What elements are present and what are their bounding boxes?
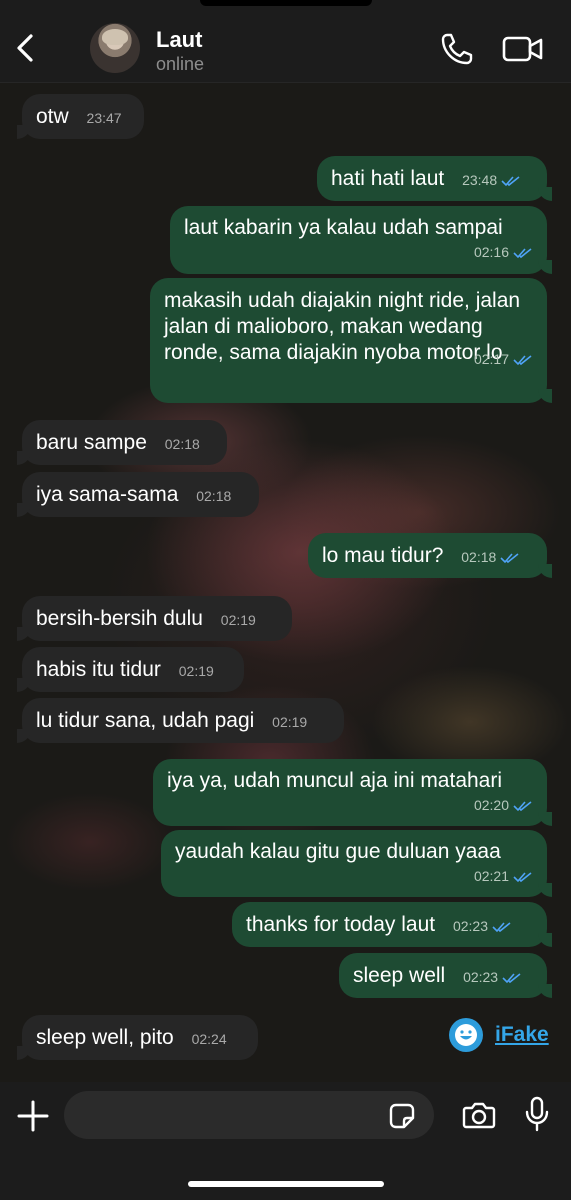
message-time: 02:16 <box>473 244 509 260</box>
message-text: lu tidur sana, udah pagi <box>36 709 255 732</box>
message-time: 23:47 <box>86 110 122 126</box>
outgoing-message[interactable]: lo mau tidur? 02:18 <box>308 533 552 578</box>
message-meta: 02:16 <box>184 243 533 261</box>
outgoing-message[interactable]: iya ya, udah muncul aja ini matahari 02:… <box>153 759 552 826</box>
camera-button[interactable] <box>462 1099 496 1131</box>
attach-button[interactable] <box>16 1098 50 1134</box>
message-time: 02:24 <box>191 1031 227 1047</box>
incoming-message[interactable]: baru sampe 02:18 <box>17 420 227 465</box>
message-time: 02:23 <box>463 969 499 985</box>
message-list[interactable]: otw 23:47 hati hati laut 23:48 laut kaba… <box>0 82 571 1082</box>
message-time: 23:48 <box>462 172 498 188</box>
message-text: iya sama-sama <box>36 483 179 506</box>
message-text: otw <box>36 105 69 128</box>
message-text: sleep well, pito <box>36 1026 174 1049</box>
voice-call-button[interactable] <box>440 32 474 66</box>
message-text: makasih udah diajakin night ride, jalan … <box>164 289 521 364</box>
message-time: 02:19 <box>178 663 214 679</box>
read-ticks-icon <box>492 922 511 933</box>
outgoing-message[interactable]: laut kabarin ya kalau udah sampai 02:16 <box>170 206 552 274</box>
incoming-message[interactable]: iya sama-sama 02:18 <box>17 472 259 517</box>
message-text: iya ya, udah muncul aja ini matahari <box>167 769 503 792</box>
contact-status: online <box>156 54 205 74</box>
message-time: 02:18 <box>461 549 497 565</box>
read-ticks-icon <box>513 355 532 366</box>
status-notch <box>200 0 372 6</box>
message-text: yaudah kalau gitu gue duluan yaaa <box>175 840 501 863</box>
microphone-icon <box>525 1096 549 1132</box>
chat-header: Laut online <box>0 0 571 83</box>
video-call-button[interactable] <box>502 34 544 64</box>
avatar[interactable] <box>90 23 140 73</box>
message-text: sleep well <box>353 964 446 987</box>
message-text: bersih-bersih dulu <box>36 607 203 630</box>
incoming-message[interactable]: sleep well, pito 02:24 <box>17 1015 258 1060</box>
message-meta: 02:23 <box>453 913 512 939</box>
message-text: thanks for today laut <box>246 913 436 936</box>
message-time: 02:17 <box>473 351 509 367</box>
incoming-message[interactable]: habis itu tidur 02:19 <box>17 647 244 692</box>
message-time: 02:21 <box>473 868 509 884</box>
plus-icon <box>17 1100 49 1132</box>
watermark-text: iFake <box>495 1023 549 1046</box>
message-text: hati hati laut <box>331 167 445 190</box>
sticker-icon <box>389 1103 415 1129</box>
watermark: iFake <box>449 1018 549 1052</box>
message-time: 02:19 <box>220 612 256 628</box>
contact-name[interactable]: Laut <box>156 27 202 53</box>
outgoing-message[interactable]: thanks for today laut 02:23 <box>232 902 552 947</box>
outgoing-message[interactable]: hati hati laut 23:48 <box>317 156 552 201</box>
read-ticks-icon <box>501 176 520 187</box>
read-ticks-icon <box>513 801 532 812</box>
read-ticks-icon <box>502 973 521 984</box>
message-time: 02:19 <box>272 714 308 730</box>
message-time: 02:18 <box>164 436 200 452</box>
chevron-left-icon <box>17 34 33 62</box>
incoming-message[interactable]: lu tidur sana, udah pagi 02:19 <box>17 698 344 743</box>
outgoing-message[interactable]: sleep well 02:23 <box>339 953 552 998</box>
read-ticks-icon <box>513 872 532 883</box>
outgoing-message[interactable]: makasih udah diajakin night ride, jalan … <box>150 278 552 403</box>
incoming-message[interactable]: otw 23:47 <box>17 94 144 139</box>
outgoing-message[interactable]: yaudah kalau gitu gue duluan yaaa 02:21 <box>161 830 552 897</box>
camera-icon <box>462 1102 496 1129</box>
video-camera-icon <box>502 36 543 62</box>
message-text: lo mau tidur? <box>322 544 444 567</box>
message-time: 02:18 <box>196 488 232 504</box>
message-input[interactable] <box>64 1091 434 1139</box>
message-text: baru sampe <box>36 431 147 454</box>
phone-icon <box>441 33 473 65</box>
message-meta: 23:48 <box>462 167 521 193</box>
message-time: 02:23 <box>452 918 489 934</box>
message-time: 02:20 <box>473 797 509 813</box>
message-meta: 02:20 <box>167 796 533 814</box>
home-indicator[interactable] <box>188 1181 384 1187</box>
message-text: laut kabarin ya kalau udah sampai <box>184 216 503 239</box>
back-button[interactable] <box>10 30 40 66</box>
message-text: habis itu tidur <box>36 658 161 681</box>
message-meta: 02:23 <box>463 964 522 990</box>
incoming-message[interactable]: bersih-bersih dulu 02:19 <box>17 596 292 641</box>
message-meta: 02:18 <box>461 544 520 570</box>
smiley-icon <box>449 1018 483 1052</box>
message-meta: 02:21 <box>175 867 533 885</box>
read-ticks-icon <box>513 248 532 259</box>
microphone-button[interactable] <box>524 1096 550 1132</box>
read-ticks-icon <box>500 553 519 564</box>
sticker-button[interactable] <box>388 1102 416 1130</box>
